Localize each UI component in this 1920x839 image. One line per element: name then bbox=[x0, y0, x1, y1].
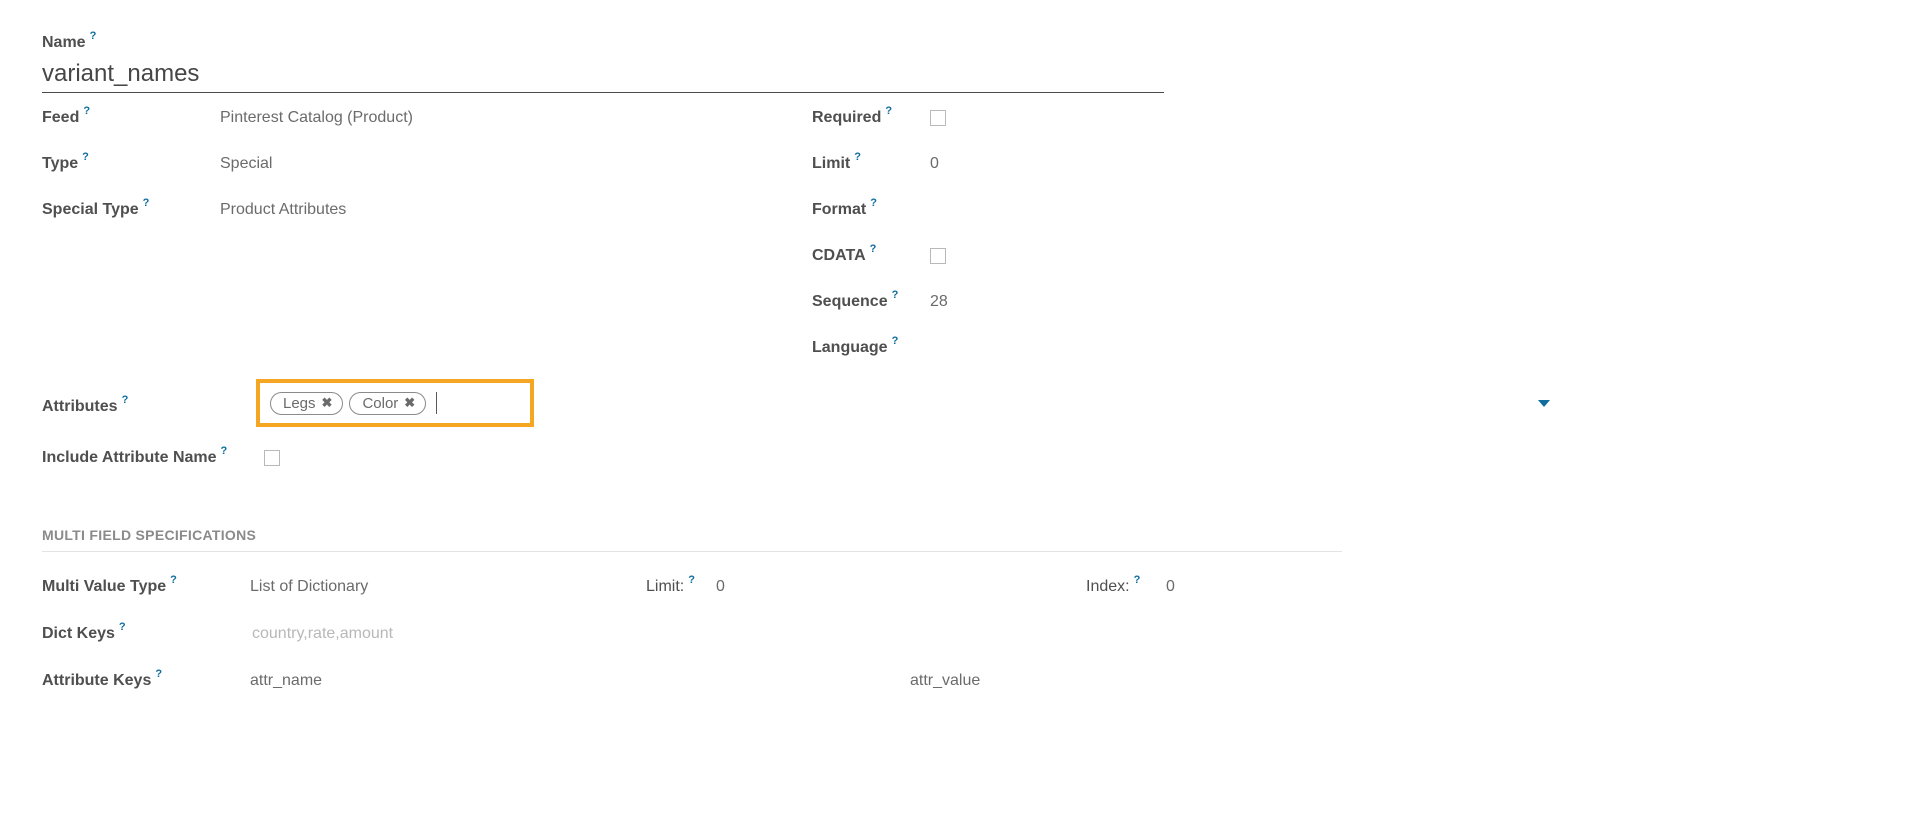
special-type-label: Special Type ? bbox=[42, 201, 149, 219]
remove-tag-icon[interactable]: ✖ bbox=[404, 395, 415, 411]
format-label: Format ? bbox=[812, 201, 877, 219]
attribute-tag[interactable]: Color ✖ bbox=[349, 392, 426, 415]
help-icon[interactable]: ? bbox=[885, 105, 892, 117]
feed-value: Pinterest Catalog (Product) bbox=[220, 109, 812, 127]
help-icon[interactable]: ? bbox=[83, 105, 90, 117]
type-value: Special bbox=[220, 155, 812, 173]
name-label: Name ? bbox=[42, 34, 96, 52]
help-icon[interactable]: ? bbox=[870, 243, 877, 255]
help-icon[interactable]: ? bbox=[122, 394, 129, 406]
multi-index-label: Index: ? bbox=[1086, 578, 1140, 596]
attributes-label: Attributes ? bbox=[42, 398, 128, 416]
required-label: Required ? bbox=[812, 109, 892, 127]
multi-value-type-value: List of Dictionary bbox=[250, 578, 646, 596]
help-icon[interactable]: ? bbox=[155, 668, 162, 680]
multi-limit-value: 0 bbox=[716, 578, 1086, 596]
chevron-down-icon[interactable] bbox=[1538, 400, 1550, 407]
attribute-key-1: attr_name bbox=[250, 672, 910, 690]
help-icon[interactable]: ? bbox=[870, 197, 877, 209]
required-checkbox[interactable] bbox=[930, 110, 946, 126]
include-attr-name-label: Include Attribute Name ? bbox=[42, 449, 227, 467]
help-icon[interactable]: ? bbox=[688, 574, 695, 586]
help-icon[interactable]: ? bbox=[892, 289, 899, 301]
sequence-value: 28 bbox=[930, 293, 1164, 311]
cdata-label: CDATA ? bbox=[812, 247, 876, 265]
help-icon[interactable]: ? bbox=[170, 574, 177, 586]
help-icon[interactable]: ? bbox=[892, 335, 899, 347]
attributes-tags-input[interactable]: Legs ✖ Color ✖ bbox=[256, 379, 534, 427]
dict-keys-label: Dict Keys ? bbox=[42, 625, 126, 643]
help-icon[interactable]: ? bbox=[854, 151, 861, 163]
attribute-tag[interactable]: Legs ✖ bbox=[270, 392, 343, 415]
multi-limit-label: Limit: ? bbox=[646, 578, 695, 596]
attribute-keys-label: Attribute Keys ? bbox=[42, 672, 162, 690]
multi-field-section-title: MULTI FIELD SPECIFICATIONS bbox=[42, 527, 1342, 552]
limit-value: 0 bbox=[930, 155, 1164, 173]
name-input[interactable] bbox=[42, 52, 1164, 93]
help-icon[interactable]: ? bbox=[143, 197, 150, 209]
help-icon[interactable]: ? bbox=[119, 621, 126, 633]
attribute-key-2: attr_value bbox=[910, 672, 980, 690]
remove-tag-icon[interactable]: ✖ bbox=[322, 395, 333, 411]
attribute-tag-label: Legs bbox=[283, 395, 316, 412]
include-attr-name-checkbox[interactable] bbox=[264, 450, 280, 466]
sequence-label: Sequence ? bbox=[812, 293, 898, 311]
help-icon[interactable]: ? bbox=[90, 30, 97, 42]
type-label: Type ? bbox=[42, 155, 89, 173]
language-label: Language ? bbox=[812, 339, 898, 357]
help-icon[interactable]: ? bbox=[221, 445, 228, 457]
multi-value-type-label: Multi Value Type ? bbox=[42, 578, 177, 596]
special-type-value: Product Attributes bbox=[220, 201, 812, 219]
multi-index-value: 0 bbox=[1166, 578, 1175, 596]
attribute-tag-label: Color bbox=[362, 395, 398, 412]
cdata-checkbox[interactable] bbox=[930, 248, 946, 264]
feed-label: Feed ? bbox=[42, 109, 90, 127]
dict-keys-input[interactable] bbox=[250, 624, 750, 644]
tag-text-cursor bbox=[436, 392, 437, 414]
help-icon[interactable]: ? bbox=[82, 151, 89, 163]
limit-label: Limit ? bbox=[812, 155, 861, 173]
name-label-text: Name bbox=[42, 34, 86, 52]
help-icon[interactable]: ? bbox=[1134, 574, 1141, 586]
